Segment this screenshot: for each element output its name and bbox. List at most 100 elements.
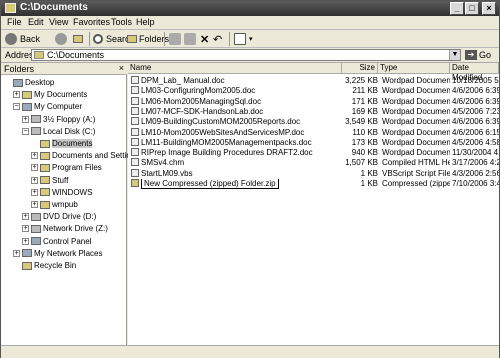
tree-item[interactable]: + Documents and Settings (31, 150, 139, 161)
menu-help[interactable]: Help (136, 17, 155, 27)
delete-button[interactable]: ✕ (200, 32, 209, 46)
tree-expander[interactable]: + (31, 164, 38, 172)
file-row[interactable]: SMSv4.chm 1,507 KB Compiled HTML Help...3/… (128, 158, 499, 168)
tree-item-label: My Documents (34, 90, 88, 100)
undo-button[interactable]: ↶ (213, 32, 222, 46)
tree-expander[interactable]: + (22, 237, 29, 245)
tree-expander[interactable]: + (13, 249, 20, 257)
tree-item[interactable]: + DVD Drive (D:) (22, 211, 96, 222)
tree-expander[interactable]: + (31, 152, 38, 160)
tree-item-label: Recycle Bin (34, 261, 77, 270)
file-row[interactable]: StartLM09.vbs 1 KB VBScript Script File 4/3… (128, 168, 499, 179)
menu-edit[interactable]: Edit (28, 17, 44, 27)
file-size: 3,225 KB (345, 76, 378, 85)
title-bar[interactable]: C:\Documents _ □ × (1, 1, 499, 16)
maximize-button[interactable]: □ (465, 2, 479, 15)
hard-drive-icon (31, 127, 41, 136)
toolbar-separator (229, 32, 230, 46)
toolbar-separator (164, 32, 165, 46)
file-row[interactable]: DPM_Lab_ Manual.doc 3,225 KB Wordpad Docum… (128, 76, 499, 86)
folder-icon (40, 163, 50, 172)
tree-expander[interactable]: + (13, 91, 20, 99)
file-name-cell: LM03-ConfiguringMom2005.doc (131, 86, 341, 96)
tree-item[interactable]: + Control Panel (22, 236, 91, 247)
file-type: Wordpad Document (382, 86, 450, 96)
file-date: 7/10/2006 3:45 PM (452, 179, 499, 188)
tree-item[interactable]: Documents (31, 138, 93, 149)
back-button[interactable]: Back (5, 32, 40, 46)
file-type: Wordpad Document (382, 148, 450, 158)
undo-icon: ↶ (213, 33, 223, 46)
tree-item[interactable]: + My Network Places (13, 248, 102, 259)
file-row[interactable]: LM09-BuildingCustomMOM2005Reports.doc 3,5… (128, 117, 499, 127)
forward-arrow-icon (55, 33, 67, 45)
tree-expander[interactable]: − (22, 127, 29, 135)
address-dropdown-button[interactable]: ▼ (449, 50, 460, 60)
move-to-button[interactable] (169, 32, 184, 46)
tree-item[interactable]: Recycle Bin (13, 260, 76, 271)
address-input[interactable]: C:\Documents ▼ (31, 49, 461, 61)
file-name: DPM_Lab_ Manual.doc (141, 76, 225, 85)
close-button[interactable]: × (482, 2, 496, 15)
tree-item[interactable]: + wmpub (31, 199, 78, 210)
rename-input[interactable]: New Compressed (zipped) Folder.zip (141, 179, 279, 189)
tree-item[interactable]: + My Documents (13, 89, 87, 100)
tree-expander[interactable]: + (22, 115, 29, 123)
tree-expander[interactable]: − (13, 103, 20, 111)
menu-view[interactable]: View (49, 17, 68, 27)
file-date: 4/5/2006 4:58 PM (452, 137, 499, 147)
minimize-button[interactable]: _ (450, 2, 464, 15)
tree-item[interactable]: + Network Drive (Z:) (22, 223, 108, 234)
tree-item[interactable]: + Stuff (31, 175, 68, 186)
tree-item-label: Local Disk (C:) (43, 126, 96, 136)
tree-expander[interactable]: + (31, 188, 38, 196)
tree-item-label: Documents and Settings (52, 151, 140, 161)
tree-expander[interactable]: + (22, 213, 29, 221)
network-places-icon (22, 249, 32, 258)
go-button[interactable]: ➔ Go (465, 50, 491, 60)
tree-item[interactable]: Desktop (4, 77, 54, 88)
file-row[interactable]: LM11-BuildingMOM2005Managementpacks.doc 1… (128, 137, 499, 148)
tree-expander[interactable]: + (22, 225, 29, 233)
file-date: 3/17/2006 4:25 PM (452, 158, 499, 168)
forward-button[interactable] (55, 32, 70, 46)
tree-item[interactable]: − My Computer (13, 101, 82, 112)
menu-file[interactable]: File (7, 17, 22, 27)
up-folder-button[interactable] (73, 32, 85, 46)
folders-button[interactable]: Folders (127, 32, 169, 46)
desktop-icon (13, 78, 23, 87)
column-header-name[interactable]: Name (128, 63, 342, 74)
folders-pane-close-button[interactable]: × (119, 63, 124, 73)
file-name: SMSv4.chm (141, 158, 185, 168)
file-row[interactable]: New Compressed (zipped) Folder.zip 1 KB Co… (128, 179, 499, 189)
tree-item[interactable]: + Program Files (31, 162, 102, 173)
menu-favorites[interactable]: Favorites (73, 17, 110, 27)
tree-item[interactable]: +3½ Floppy (A:) (22, 114, 95, 125)
file-name: LM03-ConfiguringMom2005.doc (141, 86, 256, 96)
tree-expander[interactable]: + (31, 176, 38, 184)
column-header-date[interactable]: Date Modified (450, 63, 499, 82)
tree-item-label: My Network Places (34, 248, 103, 258)
dvd-drive-icon (31, 212, 41, 221)
folders-pane-header: Folders × (1, 63, 127, 75)
file-row[interactable]: RIPrep Image Building Procedures DRAFT2.… (128, 148, 499, 158)
file-row[interactable]: LM06-Mom2005ManagingSql.doc 171 KB Wordpad… (128, 96, 499, 107)
address-bar: Address C:\Documents ▼ ➔ Go (1, 48, 499, 63)
menu-tools[interactable]: Tools (111, 17, 132, 27)
column-header-size[interactable]: Size (342, 63, 378, 74)
tree-item[interactable]: − Local Disk (C:) (22, 126, 95, 137)
file-date: 4/5/2006 7:23 PM (452, 106, 499, 116)
copy-to-button[interactable] (184, 32, 199, 46)
file-size: 169 KB (351, 106, 378, 116)
document-icon (131, 76, 139, 84)
file-row[interactable]: LM10-Mom2005WebSitesAndServicesMP.doc 110… (128, 127, 499, 138)
file-date: 4/3/2006 2:56 PM (452, 168, 499, 178)
file-row[interactable]: LM07-MCF-SDK-HandsonLab.doc 169 KB Wordpad… (128, 106, 499, 117)
column-header-type[interactable]: Type (378, 63, 450, 74)
views-button[interactable]: ▾ (234, 32, 253, 46)
file-row[interactable]: LM03-ConfiguringMom2005.doc 211 KB Wordpad… (128, 86, 499, 96)
document-icon (131, 117, 139, 126)
tree-item[interactable]: + WINDOWS (31, 187, 92, 198)
document-icon (131, 168, 139, 177)
tree-expander[interactable]: + (31, 201, 38, 208)
